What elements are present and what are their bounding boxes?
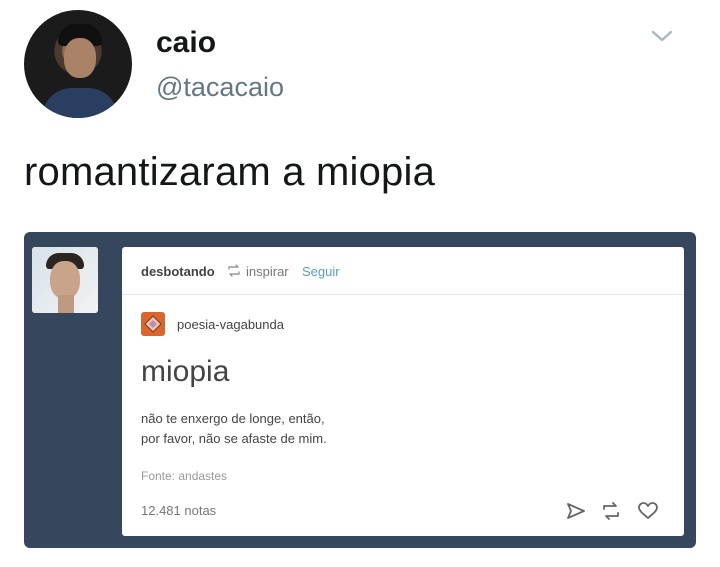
- tweet-text: romantizaram a miopia: [24, 150, 436, 194]
- post-body-line: não te enxergo de longe, então,: [141, 411, 325, 426]
- notes-count[interactable]: 12.481 notas: [141, 503, 216, 518]
- reblogger-name[interactable]: desbotando: [141, 264, 215, 279]
- avatar-face: [50, 261, 80, 299]
- author-handle[interactable]: @tacacaio: [156, 72, 284, 103]
- reblog-icon: [228, 264, 240, 277]
- author-name[interactable]: caio: [156, 26, 216, 60]
- avatar-neck: [58, 295, 74, 313]
- source-credit[interactable]: Fonte: andastes: [141, 469, 227, 483]
- source-blog-avatar[interactable]: [141, 312, 165, 336]
- embedded-tumblr-screenshot: desbotando inspirar Seguir poesia-vagabu…: [24, 232, 696, 548]
- chevron-down-icon[interactable]: [650, 28, 674, 44]
- share-icon[interactable]: [565, 500, 587, 522]
- follow-button[interactable]: Seguir: [302, 264, 340, 279]
- author-avatar[interactable]: [24, 10, 132, 118]
- post-title: miopia: [141, 355, 230, 388]
- post-header: desbotando inspirar Seguir: [122, 247, 684, 295]
- reblogger-avatar: [32, 247, 98, 313]
- heart-icon[interactable]: [637, 500, 659, 522]
- tumblr-post: desbotando inspirar Seguir poesia-vagabu…: [122, 247, 684, 536]
- diamond-icon: [144, 315, 162, 333]
- post-body-line: por favor, não se afaste de mim.: [141, 431, 327, 446]
- avatar-face: [64, 38, 96, 78]
- reblog-source[interactable]: inspirar: [246, 264, 289, 279]
- reblog-icon[interactable]: [600, 500, 622, 522]
- source-blog-name[interactable]: poesia-vagabunda: [177, 317, 284, 332]
- avatar-shirt: [42, 88, 118, 118]
